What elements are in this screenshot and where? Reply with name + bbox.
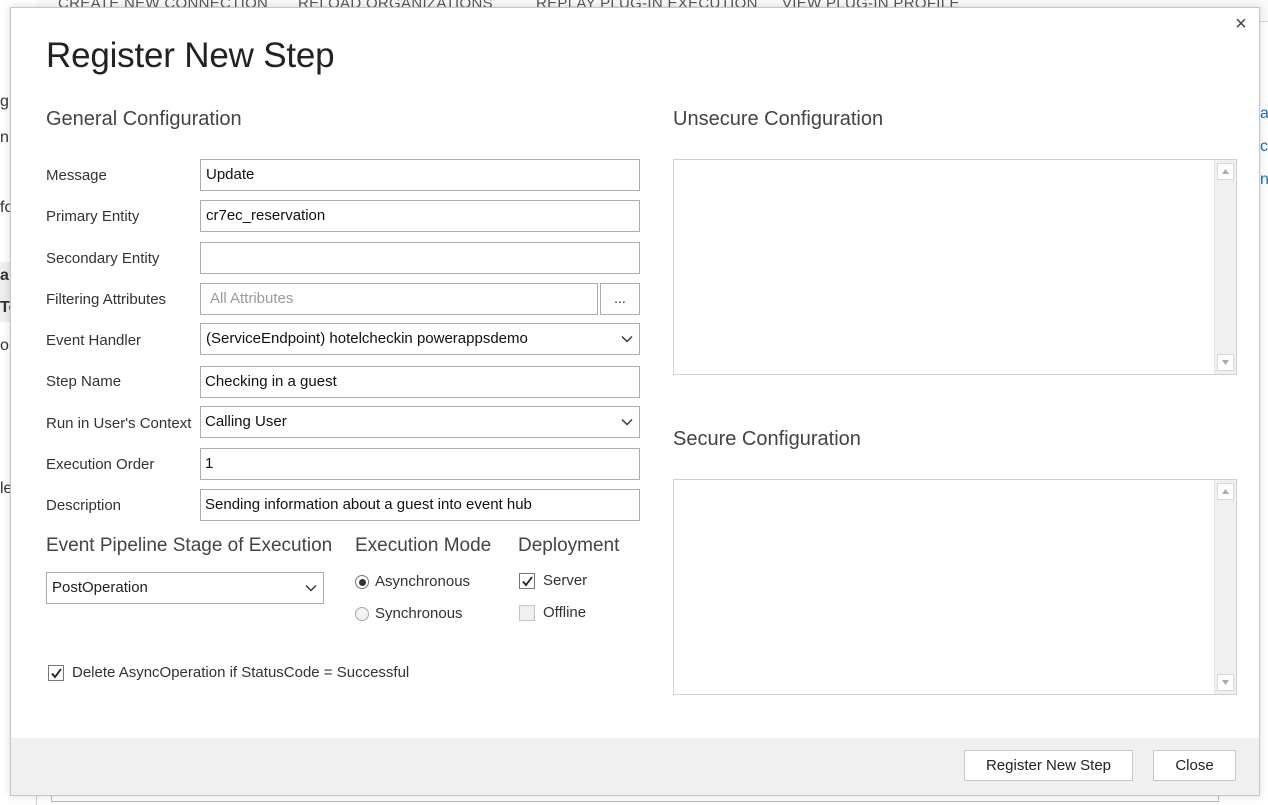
run-context-select[interactable]: Calling User — [200, 406, 640, 438]
bg-right-link: av — [1260, 105, 1268, 122]
unsecure-configuration-textarea[interactable] — [673, 159, 1237, 375]
scroll-up-icon[interactable] — [1217, 163, 1234, 180]
scroll-down-icon[interactable] — [1217, 354, 1234, 371]
secondary-entity-input[interactable] — [200, 242, 640, 274]
scroll-up-icon[interactable] — [1217, 483, 1234, 500]
synchronous-label: Synchronous — [375, 605, 463, 622]
pipeline-stage-value: PostOperation — [52, 579, 148, 596]
event-handler-select[interactable]: (ServiceEndpoint) hotelcheckin powerapps… — [200, 323, 640, 355]
secure-scrollbar[interactable] — [1214, 480, 1236, 694]
chevron-down-icon — [305, 585, 317, 592]
asynchronous-label: Asynchronous — [375, 573, 471, 590]
secure-configuration-textarea[interactable] — [673, 479, 1237, 695]
unsecure-scrollbar[interactable] — [1214, 160, 1236, 374]
primary-entity-label: Primary Entity — [46, 208, 140, 225]
filtering-attributes-placeholder: All Attributes — [210, 290, 294, 307]
bg-left-text: g — [0, 93, 9, 110]
secure-configuration-title: Secure Configuration — [673, 428, 861, 450]
step-name-input[interactable]: Checking in a guest — [200, 366, 640, 398]
filtering-attributes-browse-button[interactable]: ... — [600, 283, 640, 315]
chevron-down-icon — [621, 336, 633, 343]
dialog-title: Register New Step — [46, 36, 335, 75]
step-name-value: Checking in a guest — [205, 373, 337, 390]
filtering-attributes-input[interactable]: All Attributes — [200, 283, 598, 315]
run-context-label: Run in User's Context — [46, 415, 192, 432]
filtering-attributes-label: Filtering Attributes — [46, 291, 167, 308]
deployment-title: Deployment — [518, 535, 620, 556]
general-configuration-title: General Configuration — [46, 108, 242, 130]
delete-async-label: Delete AsyncOperation if StatusCode = Su… — [72, 664, 410, 681]
server-label: Server — [543, 572, 588, 589]
event-handler-value: (ServiceEndpoint) hotelcheckin powerapps… — [206, 330, 528, 347]
execution-order-label: Execution Order — [46, 456, 155, 473]
primary-entity-value: cr7ec_reservation — [206, 207, 326, 224]
register-step-dialog: × Register New Step General Configuratio… — [10, 7, 1260, 796]
register-new-step-button[interactable]: Register New Step — [964, 750, 1133, 781]
execution-mode-title: Execution Mode — [355, 535, 492, 556]
bg-right-link: n — [1260, 171, 1268, 188]
description-input[interactable]: Sending information about a guest into e… — [200, 489, 640, 521]
message-value: Update — [206, 166, 255, 183]
primary-entity-input[interactable]: cr7ec_reservation — [200, 200, 640, 232]
bg-right-link: ce — [1260, 138, 1268, 155]
run-context-value: Calling User — [205, 413, 287, 430]
execution-order-value: 1 — [205, 455, 214, 472]
chevron-down-icon — [621, 419, 633, 426]
close-icon[interactable]: × — [1231, 12, 1251, 36]
radio-selected-icon[interactable] — [355, 575, 369, 589]
checkbox-checked-icon[interactable] — [48, 665, 64, 681]
message-label: Message — [46, 167, 107, 184]
pipeline-stage-select[interactable]: PostOperation — [46, 572, 324, 604]
offline-label: Offline — [543, 604, 587, 621]
checkbox-unchecked-icon[interactable] — [519, 605, 535, 621]
step-name-label: Step Name — [46, 373, 122, 390]
event-handler-label: Event Handler — [46, 332, 142, 349]
checkbox-checked-icon[interactable] — [519, 573, 535, 589]
close-button[interactable]: Close — [1153, 750, 1236, 781]
unsecure-configuration-title: Unsecure Configuration — [673, 108, 884, 130]
secondary-entity-label: Secondary Entity — [46, 250, 160, 267]
message-input[interactable]: Update — [200, 159, 640, 191]
description-value: Sending information about a guest into e… — [205, 496, 532, 513]
execution-order-input[interactable]: 1 — [200, 448, 640, 480]
description-label: Description — [46, 497, 122, 514]
scroll-down-icon[interactable] — [1217, 674, 1234, 691]
pipeline-stage-title: Event Pipeline Stage of Execution — [46, 535, 333, 556]
dialog-footer: Register New Step Close — [11, 738, 1259, 795]
radio-unselected-icon[interactable] — [355, 607, 369, 621]
